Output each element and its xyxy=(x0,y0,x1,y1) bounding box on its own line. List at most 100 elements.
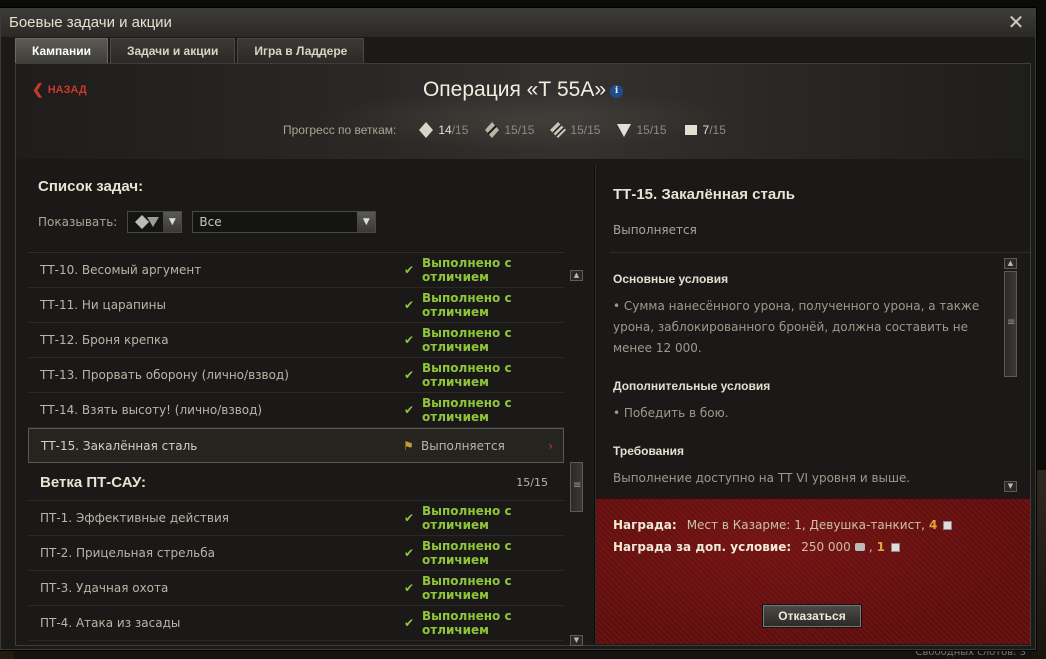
scroll-up-icon[interactable]: ▲ xyxy=(570,270,583,281)
task-status: Выполнено с отличием xyxy=(422,504,512,532)
flag-icon: ⚑ xyxy=(403,438,414,453)
check-icon: ✔ xyxy=(404,333,415,347)
chevron-right-icon: › xyxy=(548,438,553,453)
detail-scrollbar[interactable]: ▲ ▼ xyxy=(1004,258,1018,492)
list-item[interactable]: ПТ-2. Прицельная стрельба ✔ Выполнено с о… xyxy=(28,536,564,571)
branch-progress: Прогресс по веткам: 14/15 15/15 15/15 15… xyxy=(283,120,740,140)
list-item[interactable]: ПТ-3. Удачная охота ✔ Выполнено с отличие… xyxy=(28,571,564,606)
check-icon: ✔ xyxy=(404,298,415,312)
divider xyxy=(610,252,1030,253)
tab-missions[interactable]: Задачи и акции xyxy=(109,38,236,63)
list-item[interactable]: ПТ-4. Атака из засады ✔ Выполнено с отлич… xyxy=(28,606,564,641)
status-filter-value: Все xyxy=(199,215,222,229)
vehicle-type-dropdown[interactable]: ▼ xyxy=(127,211,183,233)
task-status: Выполнено с отличием xyxy=(422,256,512,284)
task-name: ТТ-11. Ни царапины xyxy=(40,298,166,312)
reward-label: Награда: xyxy=(613,518,677,532)
task-status: Выполнено с отличием xyxy=(422,291,512,319)
vehicle-type-icon xyxy=(135,215,160,229)
main-conditions-text: • Сумма нанесённого урона, полученного у… xyxy=(613,299,980,355)
check-icon: ✔ xyxy=(404,511,415,525)
task-list-scrollbar[interactable]: ▲ ▼ xyxy=(570,270,584,646)
operation-title-text: Операция «Т 55А» xyxy=(422,78,607,101)
scroll-up-icon[interactable]: ▲ xyxy=(1004,258,1017,269)
branch-light-total: /15 xyxy=(583,123,601,137)
tab-ladder[interactable]: Игра в Ладдере xyxy=(237,38,365,63)
check-icon: ✔ xyxy=(404,403,415,417)
task-status: Выполнено с отличием xyxy=(422,574,512,602)
reward-count: 4 xyxy=(928,518,938,532)
list-item[interactable]: ПТ-1. Эффективные действия ✔ Выполнено с … xyxy=(28,501,564,536)
refuse-button[interactable]: Отказаться xyxy=(763,605,861,627)
extra-reward-credits: 250 000 xyxy=(801,540,851,554)
task-name: ПТ-4. Атака из засады xyxy=(40,616,181,630)
tab-campaigns[interactable]: Кампании xyxy=(15,38,108,63)
reward-text: Мест в Казарме: 1, Девушка-танкист, xyxy=(686,518,925,532)
status-filter-dropdown[interactable]: Все ▼ xyxy=(192,211,377,233)
branch-light[interactable]: 15/15 xyxy=(548,120,600,140)
section-count: 15/15 xyxy=(516,476,548,489)
task-name: ТТ-15. Закалённая сталь xyxy=(41,438,198,453)
extra-reward-line: Награда за доп. условие: 250 000 , 1 xyxy=(613,540,900,554)
close-icon[interactable]: ✕ xyxy=(1005,11,1027,33)
task-name: ПТ-1. Эффективные действия xyxy=(40,511,230,525)
document-icon xyxy=(891,542,900,552)
check-icon: ✔ xyxy=(404,546,415,560)
task-name: ТТ-12. Броня крепка xyxy=(40,333,169,347)
chevron-down-icon: ▼ xyxy=(163,212,182,232)
branch-spg[interactable]: 7/15 xyxy=(681,120,726,140)
branch-heavy-total: /15 xyxy=(451,123,469,137)
branch-light-done: 15 xyxy=(570,123,584,137)
list-item[interactable]: ТТ-10. Весомый аргумент ✔ Выполнено с отл… xyxy=(28,253,564,288)
tab-bar: Кампании Задачи и акции Игра в Ладдере xyxy=(15,38,366,63)
document-icon xyxy=(943,520,953,530)
task-status: Выполнено с отличием xyxy=(422,609,512,637)
missions-window: Боевые задачи и акции ✕ Кампании Задачи … xyxy=(0,8,1036,650)
list-item[interactable]: ТТ-13. Прорвать оборону (лично/взвод) ✔ В… xyxy=(28,358,564,393)
info-icon[interactable]: i xyxy=(610,85,624,98)
scrollbar-thumb[interactable] xyxy=(1004,271,1017,377)
list-item[interactable]: ТТ-14. Взять высоту! (лично/взвод) ✔ Выпо… xyxy=(28,393,564,428)
task-name: ПТ-3. Удачная охота xyxy=(40,581,169,595)
scroll-down-icon[interactable]: ▼ xyxy=(1004,481,1017,492)
task-status: Выполнено с отличием xyxy=(422,539,512,567)
branch-spg-total: /15 xyxy=(709,123,726,137)
light-tank-diamond-icon xyxy=(550,122,567,138)
task-name: ТТ-13. Прорвать оборону (лично/взвод) xyxy=(40,368,289,382)
branch-td[interactable]: 15/15 xyxy=(614,120,667,140)
window-titlebar: Боевые задачи и акции ✕ xyxy=(1,9,1035,37)
requirements-text: Выполнение доступно на ТТ VI уровня и вы… xyxy=(613,471,911,485)
extra-reward-count: 1 xyxy=(876,540,885,554)
operation-header: ❮ НАЗАД Операция «Т 55А» i Прогресс по вет… xyxy=(16,64,1030,159)
list-item[interactable]: ТТ-11. Ни царапины ✔ Выполнено с отличием xyxy=(28,288,564,323)
filter-label: Показывать: xyxy=(38,215,118,229)
branch-heavy[interactable]: 14/15 xyxy=(416,120,468,140)
detail-conditions: Основные условия • Сумма нанесённого уро… xyxy=(613,272,1003,509)
branch-medium[interactable]: 15/15 xyxy=(482,120,534,140)
task-name: ТТ-10. Весомый аргумент xyxy=(40,263,202,277)
operation-title: Операция «Т 55А» i xyxy=(16,78,1030,102)
check-icon: ✔ xyxy=(404,368,415,382)
check-icon: ✔ xyxy=(404,616,415,630)
reward-line: Награда: Мест в Казарме: 1, Девушка-танк… xyxy=(613,518,953,532)
branch-td-total: /15 xyxy=(649,123,667,137)
task-status: Выполнено с отличием xyxy=(422,396,512,424)
window-title: Боевые задачи и акции xyxy=(9,14,172,31)
detail-title: ТТ-15. Закалённая сталь xyxy=(613,186,795,203)
task-name: ПТ-2. Прицельная стрельба xyxy=(40,546,215,560)
scrollbar-thumb[interactable] xyxy=(570,462,583,512)
requirements-heading: Требования xyxy=(613,444,684,458)
chevron-down-icon: ▼ xyxy=(357,212,376,232)
branch-medium-done: 15 xyxy=(504,123,518,137)
extra-conditions-text: • Победить в бою. xyxy=(613,406,729,420)
task-list-title: Список задач: xyxy=(38,178,144,195)
task-name: ТТ-14. Взять высоту! (лично/взвод) xyxy=(40,403,263,417)
list-item-selected[interactable]: ТТ-15. Закалённая сталь ⚑ Выполняется › xyxy=(28,428,564,463)
task-list: ТТ-10. Весомый аргумент ✔ Выполнено с отл… xyxy=(28,252,564,644)
list-item[interactable]: ТТ-12. Броня крепка ✔ Выполнено с отличие… xyxy=(28,323,564,358)
task-status: Выполняется xyxy=(421,438,505,453)
scroll-down-icon[interactable]: ▼ xyxy=(570,635,583,646)
campaign-panel: ❮ НАЗАД Операция «Т 55А» i Прогресс по вет… xyxy=(15,63,1031,646)
task-status: Выполнено с отличием xyxy=(422,326,512,354)
extra-conditions-heading: Дополнительные условия xyxy=(613,379,771,393)
